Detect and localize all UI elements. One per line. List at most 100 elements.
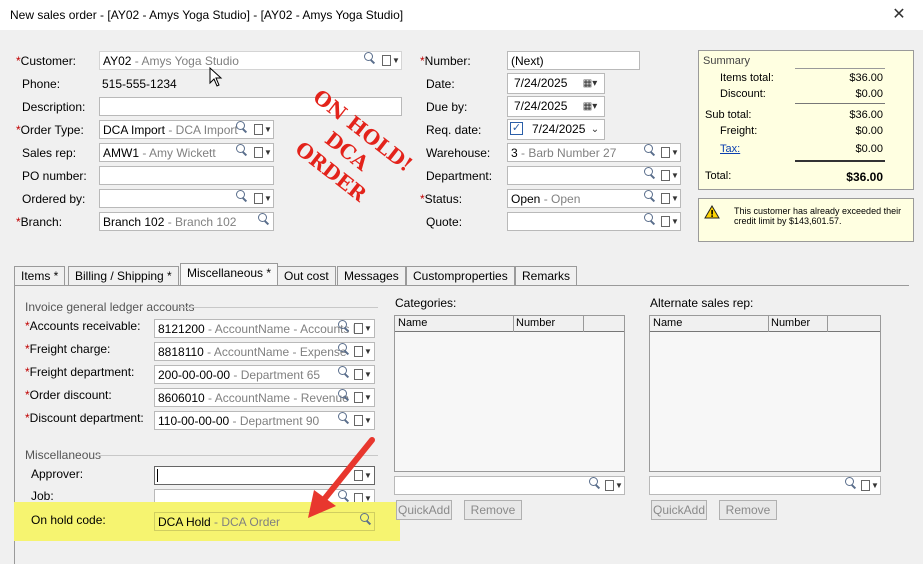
calendar-dropdown-icon[interactable]: ▦▾: [578, 74, 602, 93]
order-discount-page-dropdown-icon[interactable]: ▼: [352, 388, 374, 407]
summary-panel: Summary Items total: $36.00 Discount: $0…: [698, 50, 914, 190]
annotation-arrow-icon: [308, 437, 375, 518]
job-label: Job:: [31, 489, 54, 503]
description-label: Description:: [22, 100, 86, 114]
tab-messages[interactable]: Messages: [337, 266, 406, 285]
summary-title: Summary: [703, 55, 751, 67]
number-label: *Number:: [420, 54, 471, 68]
warehouse-label: Warehouse:: [426, 146, 491, 160]
categories-label: Categories:: [395, 296, 457, 310]
tax-value: $0.00: [855, 143, 883, 155]
status-label: *Status:: [420, 192, 463, 206]
order-type-page-dropdown-icon[interactable]: ▼: [252, 120, 274, 139]
quote-search-icon[interactable]: [642, 212, 656, 231]
due-by-label: Due by:: [426, 100, 468, 114]
po-number-field[interactable]: [99, 166, 274, 185]
tab-out-cost[interactable]: Out cost: [277, 266, 336, 285]
alt-sales-rep-quickadd-button[interactable]: QuickAdd: [651, 500, 707, 520]
categories-col-number[interactable]: Number: [516, 317, 555, 329]
discount-value: $0.00: [855, 88, 883, 100]
window-title: New sales order - [AY02 - Amys Yoga Stud…: [10, 8, 404, 22]
categories-col-name[interactable]: Name: [398, 317, 427, 329]
items-total-value: $36.00: [849, 72, 883, 84]
categories-grid[interactable]: Name Number: [394, 315, 625, 472]
misc-group-label: Miscellaneous: [25, 448, 102, 462]
order-discount-label: *Order discount:: [25, 388, 112, 402]
tab-miscellaneous[interactable]: Miscellaneous *: [180, 263, 279, 286]
quote-page-dropdown-icon[interactable]: ▼: [659, 212, 681, 231]
department-page-dropdown-icon[interactable]: ▼: [659, 166, 681, 185]
discount-department-search-icon[interactable]: [336, 411, 350, 430]
order-type-label: *Order Type:: [16, 123, 84, 137]
accounts-receivable-search-icon[interactable]: [336, 319, 350, 338]
warehouse-page-dropdown-icon[interactable]: ▼: [659, 143, 681, 162]
credit-warning-text: This customer has already exceeded their…: [734, 206, 902, 226]
close-icon[interactable]: ✕: [884, 3, 914, 27]
freight-department-search-icon[interactable]: [336, 365, 350, 384]
warehouse-search-icon[interactable]: [642, 143, 656, 162]
tab-customproperties[interactable]: Customproperties: [406, 266, 515, 285]
customer-page-dropdown-icon[interactable]: ▼: [380, 51, 402, 70]
ordered-by-search-icon[interactable]: [234, 189, 248, 208]
on-hold-code-label: On hold code:: [31, 513, 106, 527]
items-total-label: Items total:: [720, 72, 774, 84]
customer-label: *Customer:: [16, 54, 77, 68]
tab-billing-shipping[interactable]: Billing / Shipping *: [68, 266, 179, 285]
total-value: $36.00: [846, 170, 883, 184]
tax-link[interactable]: Tax:: [720, 143, 740, 155]
alt-sales-rep-search-icon[interactable]: [843, 476, 857, 495]
approver-label: Approver:: [31, 467, 84, 481]
freight-label: Freight:: [720, 125, 758, 137]
department-search-icon[interactable]: [642, 166, 656, 185]
req-date-checkbox-icon[interactable]: ✓: [510, 122, 523, 135]
phone-value: 515-555-1234: [102, 77, 177, 91]
sales-rep-search-icon[interactable]: [234, 143, 248, 162]
freight-value: $0.00: [855, 125, 883, 137]
categories-page-dropdown-icon[interactable]: ▼: [603, 476, 625, 495]
freight-department-page-dropdown-icon[interactable]: ▼: [352, 365, 374, 384]
sales-rep-label: Sales rep:: [22, 146, 77, 160]
categories-quickadd-button[interactable]: QuickAdd: [396, 500, 452, 520]
tab-items[interactable]: Items *: [14, 266, 66, 285]
status-page-dropdown-icon[interactable]: ▼: [659, 189, 681, 208]
categories-remove-button[interactable]: Remove: [464, 500, 522, 520]
branch-field[interactable]: Branch 102 - Branch 102: [99, 212, 274, 231]
alt-sales-rep-page-dropdown-icon[interactable]: ▼: [859, 476, 881, 495]
phone-label: Phone:: [22, 77, 61, 91]
ordered-by-page-dropdown-icon[interactable]: ▼: [252, 189, 274, 208]
alt-sales-rep-grid[interactable]: Name Number: [649, 315, 881, 472]
gl-group-label: Invoice general ledger accounts: [25, 300, 195, 314]
req-date-chevron-icon[interactable]: ⌄: [588, 120, 602, 139]
ordered-by-label: Ordered by:: [22, 192, 86, 206]
discount-label: Discount:: [720, 88, 766, 100]
categories-search-icon[interactable]: [587, 476, 601, 495]
accounts-receivable-page-dropdown-icon[interactable]: ▼: [352, 319, 374, 338]
freight-department-label: *Freight department:: [25, 365, 135, 379]
title-bar: New sales order - [AY02 - Amys Yoga Stud…: [0, 0, 923, 30]
text-caret: [157, 469, 158, 482]
branch-search-icon[interactable]: [256, 212, 270, 231]
alt-sales-rep-col-name[interactable]: Name: [653, 317, 682, 329]
tab-remarks[interactable]: Remarks: [515, 266, 578, 285]
alt-sales-rep-remove-button[interactable]: Remove: [719, 500, 777, 520]
sales-rep-page-dropdown-icon[interactable]: ▼: [252, 143, 274, 162]
sub-total-label: Sub total:: [705, 109, 752, 121]
freight-charge-search-icon[interactable]: [336, 342, 350, 361]
number-field[interactable]: (Next): [507, 51, 640, 70]
credit-warning-panel: This customer has already exceeded their…: [698, 198, 914, 242]
freight-charge-label: *Freight charge:: [25, 342, 111, 356]
freight-charge-page-dropdown-icon[interactable]: ▼: [352, 342, 374, 361]
total-label: Total:: [705, 170, 732, 182]
status-search-icon[interactable]: [642, 189, 656, 208]
sub-total-value: $36.00: [849, 109, 883, 121]
discount-department-page-dropdown-icon[interactable]: ▼: [352, 411, 374, 430]
req-date-label: Req. date:: [426, 123, 482, 137]
due-by-calendar-icon[interactable]: ▦▾: [578, 97, 602, 116]
alt-sales-rep-label: Alternate sales rep:: [650, 296, 754, 310]
order-discount-search-icon[interactable]: [336, 388, 350, 407]
customer-search-icon[interactable]: [362, 51, 376, 70]
discount-department-label: *Discount department:: [25, 411, 144, 425]
order-type-search-icon[interactable]: [234, 120, 248, 139]
customer-field[interactable]: AY02 - Amys Yoga Studio: [99, 51, 402, 70]
alt-sales-rep-col-number[interactable]: Number: [771, 317, 810, 329]
